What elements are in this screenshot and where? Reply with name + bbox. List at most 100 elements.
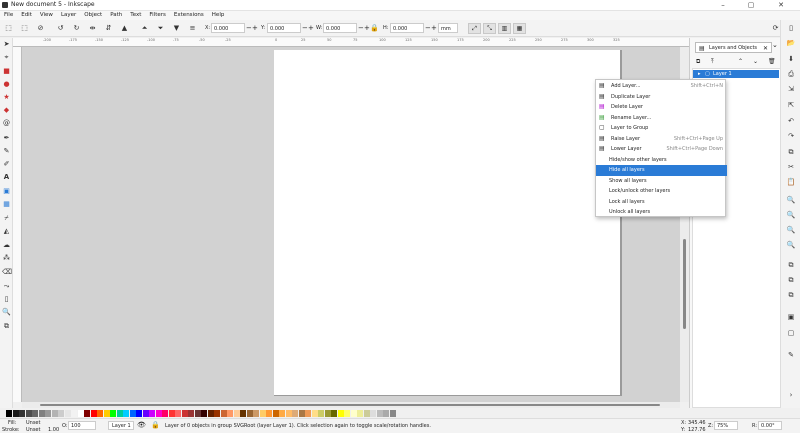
color-swatch[interactable] [58,410,64,417]
close-window-button[interactable]: ✕ [770,0,792,11]
text-tool-icon[interactable]: A [2,173,11,182]
print-icon[interactable]: ⎙ [786,69,796,79]
zoom-tool-icon[interactable]: 🔍 [2,308,11,317]
color-swatch[interactable] [19,410,25,417]
mesh-tool-icon[interactable]: ▦ [2,200,11,209]
menu-item-unlock-all-layers[interactable]: Unlock all layers [596,207,727,218]
menu-item-raise-layer[interactable]: ▤ Raise Layer Shift+Ctrl+Page Up [596,134,727,145]
zoom-drawing-icon[interactable]: 🔍 [786,210,796,220]
color-swatch[interactable] [71,410,77,417]
layers-objects-tab[interactable]: ▤ Layers and Objects ✕ [695,42,772,53]
color-swatch[interactable] [363,410,370,417]
color-swatch[interactable] [142,410,149,417]
scale-corners-button[interactable]: ⤡ [483,23,496,34]
menu-item-lock-all-layers[interactable]: Lock all layers [596,197,727,208]
color-swatch[interactable] [181,410,188,417]
raise-to-top-icon[interactable]: ▲ [120,24,129,33]
x-increment-button[interactable]: + [252,23,258,33]
color-swatch[interactable] [279,410,285,417]
color-swatch[interactable] [292,410,298,417]
more-chevron-icon[interactable]: › [786,390,796,400]
color-swatch[interactable] [214,410,220,417]
color-swatch[interactable] [259,410,266,417]
lock-ratio-icon[interactable]: 🔒 [370,24,379,33]
node-tool-icon[interactable]: ⌖ [2,53,11,62]
color-swatch[interactable] [162,410,168,417]
color-swatch[interactable] [25,410,32,417]
close-tab-icon[interactable]: ✕ [763,43,768,54]
add-sublayer-icon[interactable]: ⤒ [711,57,714,67]
raise-icon[interactable]: ⏶ [140,24,149,33]
document-page[interactable] [274,50,622,396]
menu-text[interactable]: Text [130,11,141,20]
color-swatch[interactable] [370,410,376,417]
tweak-tool-icon[interactable]: ☁ [2,241,11,250]
menu-item-show-all-layers[interactable]: Show all layers [596,176,727,187]
color-swatch[interactable] [12,410,19,417]
w-increment-button[interactable]: + [364,23,370,33]
layer-lock-icon[interactable]: 🔒 [151,421,160,429]
menu-item-delete-layer[interactable]: ▤ Delete Layer [596,102,727,113]
menu-item-hide-show-other-layers[interactable]: Hide/show other layers [596,155,727,166]
y-increment-button[interactable]: + [308,23,314,33]
color-swatch[interactable] [77,410,84,417]
color-swatch[interactable] [220,410,227,417]
color-swatch[interactable] [376,410,383,417]
layer-expand-icon[interactable]: ▸ [698,70,701,78]
scale-stroke-button[interactable]: ⤢ [468,23,481,34]
rotation-input[interactable]: 0.00° [758,421,782,430]
menu-extensions[interactable]: Extensions [174,11,204,20]
menu-file[interactable]: File [4,11,13,20]
move-patterns-button[interactable]: ▦ [513,23,526,34]
align-icon[interactable]: ≡ [188,24,197,33]
color-swatch[interactable] [324,410,331,417]
w-input[interactable]: 0.000 [323,23,357,33]
zoom-input[interactable]: 75% [714,421,738,430]
color-swatch[interactable] [45,410,51,417]
color-swatch[interactable] [116,410,123,417]
zoom-selection-icon[interactable]: 🔍 [786,195,796,205]
color-swatch[interactable] [357,410,363,417]
color-swatch[interactable] [246,410,253,417]
flip-horizontal-icon[interactable]: ⇹ [88,24,97,33]
menu-item-rename-layer[interactable]: ▤ Rename Layer... [596,113,727,124]
delete-icon[interactable]: 🗑 [768,57,776,67]
menu-item-duplicate-layer[interactable]: ▤ Duplicate Layer [596,92,727,103]
save-icon[interactable]: ⬇ [786,54,796,64]
maximize-button[interactable]: ▢ [740,0,762,11]
h-increment-button[interactable]: + [431,23,437,33]
color-swatch[interactable] [318,410,324,417]
fill-value[interactable]: Unset [26,420,40,426]
w-decrement-button[interactable]: − [358,23,364,33]
paste-icon[interactable]: 📋 [786,177,796,187]
pencil-tool-icon[interactable]: ✎ [2,147,11,156]
menu-help[interactable]: Help [212,11,225,20]
menu-path[interactable]: Path [110,11,122,20]
color-swatch[interactable] [123,410,129,417]
redo-icon[interactable]: ↷ [786,131,796,141]
color-swatch[interactable] [350,410,357,417]
color-swatch[interactable] [285,410,292,417]
spray-tool-icon[interactable]: ⁂ [2,254,11,263]
color-swatch[interactable] [84,410,90,417]
unit-select[interactable]: mm [438,23,458,33]
x-input[interactable]: 0.000 [211,23,245,33]
menu-item-hide-all-layers[interactable]: Hide all layers [596,165,727,176]
ungroup-icon[interactable]: ▢ [786,328,796,338]
color-swatch[interactable] [38,410,45,417]
layer-visibility-icon[interactable]: 👁 [137,421,146,429]
zoom-page-icon[interactable]: 🔍 [786,225,796,235]
color-swatch[interactable] [103,410,110,417]
color-swatch[interactable] [129,410,136,417]
y-decrement-button[interactable]: − [302,23,308,33]
color-swatch[interactable] [227,410,233,417]
snap-icon[interactable]: ⟳ [771,24,780,33]
add-layer-icon[interactable]: ⧉ [696,57,700,67]
ellipse-tool-icon[interactable]: ● [2,80,11,89]
selector-tool-icon[interactable]: ➤ [2,40,11,49]
color-swatch[interactable] [97,410,103,417]
menu-layer[interactable]: Layer [61,11,76,20]
measure-tool-icon[interactable]: ⧉ [2,322,11,331]
move-gradients-button[interactable]: ▥ [498,23,511,34]
minimize-button[interactable]: – [712,0,734,11]
